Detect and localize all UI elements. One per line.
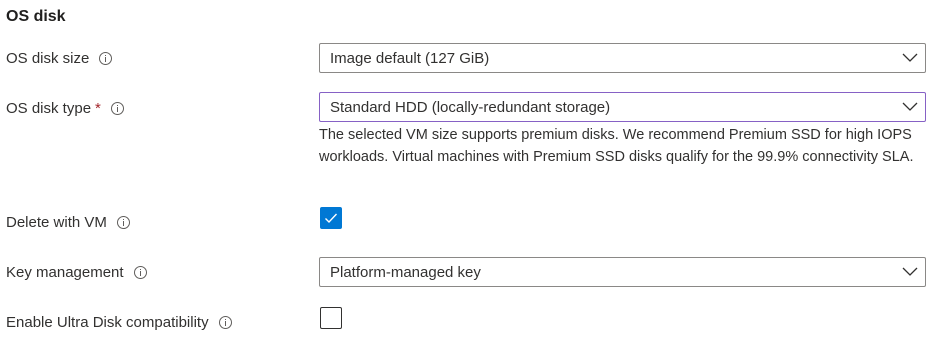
chevron-down-icon xyxy=(895,258,925,286)
os-disk-size-value: Image default (127 GiB) xyxy=(330,49,490,67)
ultra-disk-label: Enable Ultra Disk compatibility xyxy=(6,314,209,331)
info-icon[interactable] xyxy=(133,266,147,279)
delete-with-vm-checkbox[interactable] xyxy=(320,207,342,229)
os-disk-size-label-row: OS disk size xyxy=(6,50,113,67)
os-disk-type-dropdown[interactable]: Standard HDD (locally-redundant storage) xyxy=(319,92,926,122)
info-icon[interactable] xyxy=(99,52,113,65)
os-disk-size-label: OS disk size xyxy=(6,50,90,67)
section-title: OS disk xyxy=(6,8,66,25)
checkmark-icon xyxy=(325,213,338,224)
delete-with-vm-label: Delete with VM xyxy=(6,214,107,231)
key-management-dropdown[interactable]: Platform-managed key xyxy=(319,257,926,287)
premium-disk-recommendation: The selected VM size supports premium di… xyxy=(319,127,914,165)
ultra-disk-label-row: Enable Ultra Disk compatibility xyxy=(6,314,232,331)
os-disk-size-dropdown[interactable]: Image default (127 GiB) xyxy=(319,43,926,73)
chevron-down-icon xyxy=(895,93,925,121)
key-management-value: Platform-managed key xyxy=(330,263,481,281)
os-disk-type-label-row: OS disk type * xyxy=(6,100,124,117)
key-management-label: Key management xyxy=(6,264,124,281)
required-marker: * xyxy=(95,100,101,117)
ultra-disk-checkbox[interactable] xyxy=(320,307,342,329)
info-icon[interactable] xyxy=(110,102,124,115)
info-icon[interactable] xyxy=(218,316,232,329)
delete-with-vm-label-row: Delete with VM xyxy=(6,214,130,231)
key-management-label-row: Key management xyxy=(6,264,147,281)
info-icon[interactable] xyxy=(116,216,130,229)
os-disk-type-value: Standard HDD (locally-redundant storage) xyxy=(330,98,611,116)
chevron-down-icon xyxy=(895,44,925,72)
os-disk-type-label: OS disk type xyxy=(6,100,92,117)
